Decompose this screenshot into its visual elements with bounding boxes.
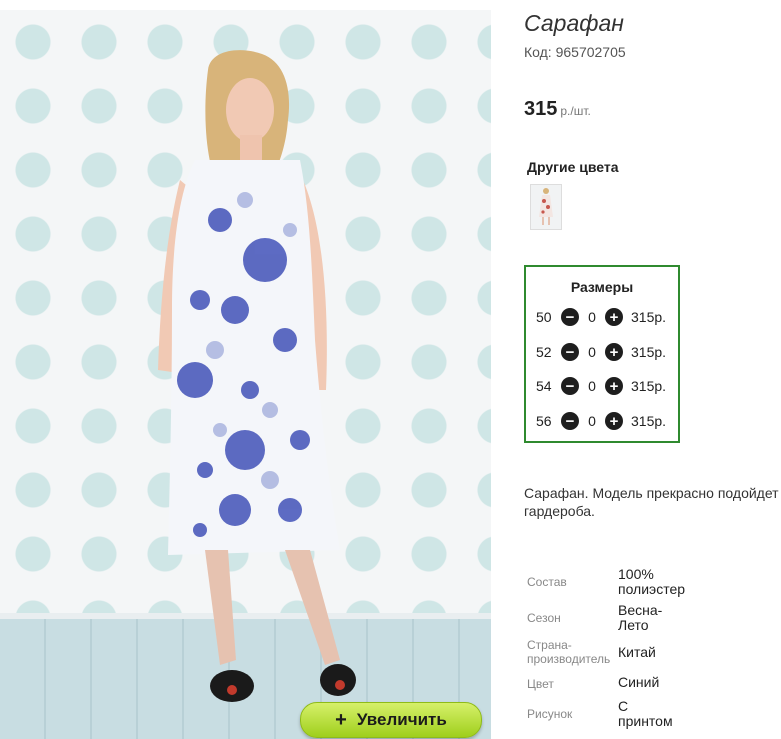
- product-description: Сарафан. Модель прекрасно подойдет гарде…: [524, 484, 781, 520]
- minus-circle-icon[interactable]: −: [561, 377, 579, 395]
- property-key-line: Страна-: [527, 638, 572, 652]
- property-value: Синий: [618, 675, 698, 690]
- property-key: Рисунок: [527, 707, 573, 721]
- product-code: Код: 965702705: [524, 44, 626, 60]
- property-value-line: 100%: [618, 566, 654, 582]
- size-quantity: 0: [588, 378, 596, 394]
- plus-circle-icon[interactable]: +: [605, 412, 623, 430]
- property-key-line: производитель: [527, 652, 611, 666]
- size-price: 315р.: [631, 344, 667, 360]
- property-key: Страна- производитель: [527, 638, 615, 666]
- price-unit: р./шт.: [560, 104, 591, 118]
- size-row: 54 − 0 + 315р.: [536, 376, 666, 396]
- property-value: С принтом: [618, 699, 698, 729]
- size-label: 54: [536, 378, 552, 394]
- property-value-line: полиэстер: [618, 581, 686, 597]
- size-quantity: 0: [588, 413, 596, 429]
- property-value-line: Лето: [618, 617, 649, 633]
- size-quantity: 0: [588, 309, 596, 325]
- description-line: гардероба.: [524, 503, 595, 519]
- other-colors-title: Другие цвета: [527, 159, 619, 175]
- plus-circle-icon[interactable]: +: [605, 343, 623, 361]
- size-price: 315р.: [631, 413, 667, 429]
- sizes-panel: Размеры 50 − 0 + 315р. 52 − 0 + 315р. 54…: [524, 265, 680, 443]
- minus-circle-icon[interactable]: −: [561, 412, 579, 430]
- size-label: 56: [536, 413, 552, 429]
- price-value: 315: [524, 98, 558, 120]
- size-row: 56 − 0 + 315р.: [536, 411, 666, 431]
- property-value: 100% полиэстер: [618, 567, 698, 597]
- property-value-line: Синий: [618, 674, 660, 690]
- product-title: Сарафан: [524, 10, 624, 36]
- color-variant-image: [539, 188, 553, 225]
- plus-circle-icon[interactable]: +: [605, 308, 623, 326]
- size-row: 52 − 0 + 315р.: [536, 342, 666, 362]
- product-photo[interactable]: + Увеличить: [0, 10, 491, 739]
- description-line: Сарафан. Модель прекрасно подойдет: [524, 485, 779, 501]
- property-key: Состав: [527, 575, 567, 589]
- property-value-line: С: [618, 698, 629, 714]
- zoom-plus-icon: +: [335, 708, 347, 731]
- size-price: 315р.: [631, 378, 667, 394]
- zoom-button[interactable]: + Увеличить: [300, 702, 482, 738]
- minus-circle-icon[interactable]: −: [561, 343, 579, 361]
- size-quantity: 0: [588, 344, 596, 360]
- property-key: Сезон: [527, 611, 561, 625]
- property-value-line: принтом: [618, 713, 673, 729]
- model-figure: [158, 50, 356, 702]
- minus-circle-icon[interactable]: −: [561, 308, 579, 326]
- zoom-label: Увеличить: [356, 710, 447, 729]
- property-value: Китай: [618, 645, 698, 660]
- property-value-line: Китай: [618, 644, 656, 660]
- plus-circle-icon[interactable]: +: [605, 377, 623, 395]
- property-value-line: Весна-: [618, 602, 663, 618]
- property-value: Весна- Лето: [618, 603, 698, 633]
- size-row: 50 − 0 + 315р.: [536, 307, 666, 327]
- size-label: 50: [536, 309, 552, 325]
- product-price: 315 р./шт.: [524, 98, 591, 121]
- sizes-title: Размеры: [570, 279, 634, 295]
- size-price: 315р.: [631, 309, 667, 325]
- property-key: Цвет: [527, 677, 554, 691]
- color-variant-thumbnail[interactable]: [530, 184, 562, 230]
- size-label: 52: [536, 344, 552, 360]
